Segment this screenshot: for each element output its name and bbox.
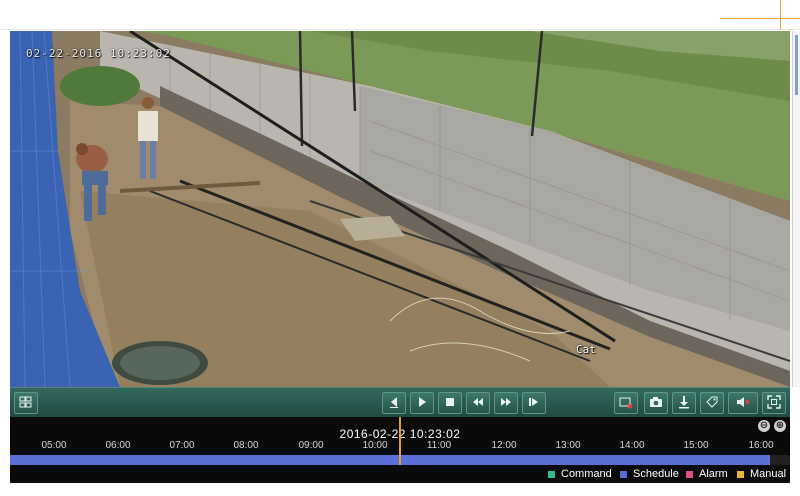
zoom-out-button[interactable]: ⊖	[758, 420, 770, 432]
video-playback-view[interactable]: 02-22-2016 10:23:02 Cat	[10, 31, 790, 387]
rewind-icon	[471, 395, 485, 412]
timeline[interactable]: 2016-02-22 10:23:02 ⊖ ⊕ 05:00 06:00 07:0…	[10, 417, 790, 465]
left-margin	[0, 31, 10, 483]
rewind-button[interactable]	[466, 392, 490, 414]
legend-item-command: Command	[548, 468, 612, 480]
legend-swatch	[548, 470, 555, 478]
fullscreen-icon	[767, 394, 781, 412]
scrollbar-thumb[interactable]	[795, 35, 798, 95]
legend-swatch	[737, 470, 744, 478]
osd-timestamp: 02-22-2016 10:23:02	[26, 47, 171, 60]
hour-tick-label: 16:00	[748, 440, 774, 451]
legend-swatch	[620, 470, 627, 478]
tag-button[interactable]	[700, 392, 724, 414]
legend-label: Schedule	[633, 468, 679, 480]
snapshot-icon	[649, 395, 663, 412]
volume-button[interactable]	[728, 392, 758, 414]
prev-frame-button[interactable]	[382, 392, 406, 414]
next-frame-icon	[527, 395, 541, 412]
right-scrollbar[interactable]	[792, 31, 800, 387]
layout-icon	[19, 395, 33, 412]
top-strip	[0, 0, 800, 30]
camera-frame	[10, 31, 790, 387]
hour-tick-label: 13:00	[555, 440, 581, 451]
legend-item-manual: Manual	[737, 468, 786, 480]
hour-tick-label: 11:00	[426, 440, 452, 451]
accent-line	[720, 18, 800, 19]
legend-item-schedule: Schedule	[620, 468, 679, 480]
legend-label: Alarm	[699, 468, 728, 480]
download-icon	[677, 395, 691, 412]
hour-tick-label: 07:00	[169, 440, 195, 451]
hour-tick-label: 06:00	[105, 440, 131, 451]
clip-icon	[619, 395, 633, 412]
recording-type-legend: Command Schedule Alarm Manual	[10, 465, 790, 483]
hour-tick-label: 08:00	[233, 440, 259, 451]
recording-track-schedule[interactable]	[10, 455, 770, 465]
bottom-strip	[0, 483, 800, 496]
legend-label: Manual	[750, 468, 787, 480]
hour-tick-label: 10:00	[362, 440, 388, 451]
volume-icon	[736, 395, 750, 412]
hour-tick-label: 14:00	[619, 440, 645, 451]
fullscreen-button[interactable]	[762, 392, 786, 414]
hour-tick-label: 15:00	[683, 440, 709, 451]
zoom-in-button[interactable]: ⊕	[774, 420, 786, 432]
stop-button[interactable]	[438, 392, 462, 414]
osd-object-label: Cat	[576, 343, 596, 356]
legend-label: Command	[561, 468, 612, 480]
hour-tick-label: 05:00	[41, 440, 67, 451]
legend-item-alarm: Alarm	[686, 468, 728, 480]
accent-divider	[780, 0, 781, 30]
snapshot-button[interactable]	[644, 392, 668, 414]
play-icon	[415, 395, 429, 412]
layout-button[interactable]	[14, 392, 38, 414]
stop-icon	[443, 395, 457, 412]
fast-forward-button[interactable]	[494, 392, 518, 414]
play-button[interactable]	[410, 392, 434, 414]
clip-button[interactable]	[614, 392, 638, 414]
next-frame-button[interactable]	[522, 392, 546, 414]
download-button[interactable]	[672, 392, 696, 414]
tag-icon	[705, 395, 719, 412]
playback-toolbar	[10, 387, 790, 417]
recording-track-empty	[770, 455, 790, 465]
timeline-cursor[interactable]	[399, 417, 401, 465]
hour-tick-label: 09:00	[298, 440, 324, 451]
legend-swatch	[686, 470, 693, 478]
fast-forward-icon	[499, 395, 513, 412]
hour-tick-label: 12:00	[491, 440, 517, 451]
prev-frame-icon	[387, 395, 401, 412]
